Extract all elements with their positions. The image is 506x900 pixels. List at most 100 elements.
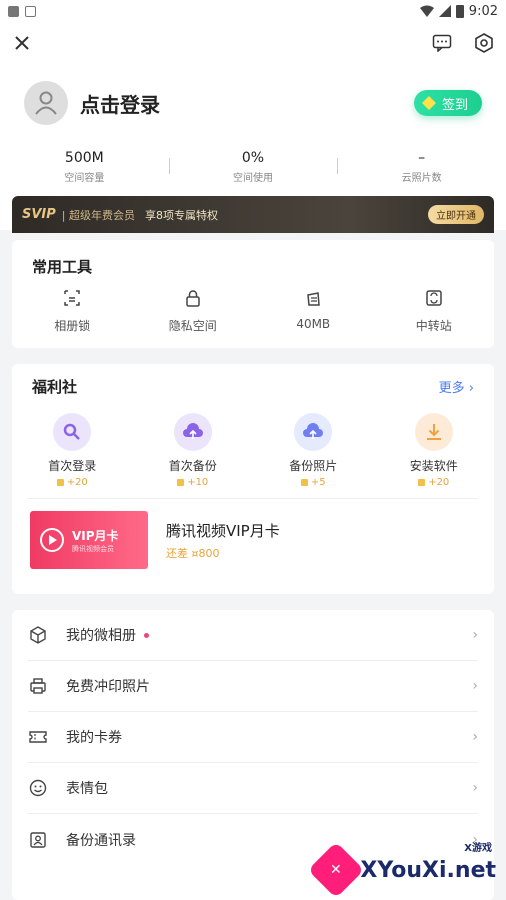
menu-item-label: 备份通讯录 <box>66 832 136 849</box>
contacts-icon <box>28 830 48 850</box>
tools-card: 常用工具 相册锁 隐私空间 40MB 中转站 <box>12 240 494 348</box>
svip-benefit-text: 享8项专属特权 <box>145 208 218 222</box>
welfare-points: +10 <box>187 477 209 488</box>
transfer-icon <box>426 290 442 306</box>
download-icon <box>414 413 453 451</box>
tool-label: 中转站 <box>415 319 452 333</box>
printer-icon <box>28 676 48 696</box>
more-label: 更多 <box>438 381 465 396</box>
coin-icon <box>177 479 185 486</box>
vip-card-subtitle: 腾讯视频会员 <box>72 544 114 553</box>
tool-private-space[interactable]: 隐私空间 <box>133 289 254 334</box>
clean-icon <box>307 292 321 306</box>
stat-value: 500M <box>64 150 104 166</box>
tools-title: 常用工具 <box>32 258 93 276</box>
menu-item-coupons[interactable]: 我的卡券 › <box>28 712 478 763</box>
stat-capacity: 500M 空间容量 <box>0 150 169 192</box>
profile-row: 点击登录 签到 <box>0 64 506 130</box>
gamepad-logo-icon: ✕ <box>308 841 365 899</box>
signin-button[interactable]: 签到 <box>413 90 482 116</box>
vip-reward-title: 腾讯视频VIP月卡 <box>166 521 280 540</box>
chevron-right-icon: › <box>472 627 478 643</box>
diamond-icon <box>421 96 436 110</box>
chevron-right-icon: › <box>472 780 478 796</box>
welfare-card: 福利社 更多 › 首次登录 +20 首次备份 +10 备份照片 +5 安装软件 … <box>12 364 494 594</box>
svip-banner[interactable]: SVIP | 超级年费会员 享8项专属特权 立即开通 <box>12 196 494 233</box>
stat-value: – <box>418 150 426 166</box>
vip-reward-cost: 还差 ¤800 <box>166 546 220 560</box>
app-notification-icon <box>25 5 36 17</box>
close-icon[interactable] <box>12 33 32 53</box>
stats-row: 500M 空间容量 0% 空间使用 – 云照片数 <box>0 150 506 192</box>
tool-label: 相册锁 <box>54 319 91 333</box>
welfare-backup-photos[interactable]: 备份照片 +5 <box>253 413 374 488</box>
battery-icon <box>455 4 464 18</box>
tool-transfer-station[interactable]: 中转站 <box>374 289 495 334</box>
menu-item-label: 我的微相册 <box>66 628 136 644</box>
coin-icon <box>300 479 308 486</box>
chevron-right-icon: › <box>472 678 478 694</box>
chevron-right-icon: › <box>472 729 478 745</box>
stat-label: 空间容量 <box>64 173 105 184</box>
welfare-first-login[interactable]: 首次登录 +20 <box>12 413 133 488</box>
coin-icon <box>56 479 64 486</box>
tool-label: 隐私空间 <box>168 319 217 333</box>
coin-icon <box>418 479 426 486</box>
vip-card-title: VIP月卡 <box>72 528 119 543</box>
wifi-icon <box>419 5 434 17</box>
welfare-points: +5 <box>310 477 326 488</box>
welfare-first-backup[interactable]: 首次备份 +10 <box>133 413 254 488</box>
welfare-label: 安装软件 <box>409 459 458 473</box>
cloud-upload-icon <box>294 413 333 451</box>
stat-value: 0% <box>241 150 265 166</box>
welfare-points: +20 <box>428 477 450 488</box>
stat-label: 空间使用 <box>233 173 273 184</box>
welfare-install-app[interactable]: 安装软件 +20 <box>374 413 495 488</box>
more-link[interactable]: 更多 › <box>439 377 474 396</box>
cube-icon <box>28 625 48 645</box>
welfare-label: 首次登录 <box>48 459 97 473</box>
message-icon[interactable] <box>432 33 452 53</box>
welfare-label: 首次备份 <box>168 459 217 473</box>
menu-item-label: 免费冲印照片 <box>66 679 150 695</box>
svip-subtitle: | 超级年费会员 <box>61 208 135 222</box>
album-lock-icon <box>64 290 80 306</box>
stat-usage: 0% 空间使用 <box>168 150 338 192</box>
login-link[interactable]: 点击登录 <box>80 89 160 118</box>
avatar[interactable] <box>24 81 68 125</box>
svip-open-button[interactable]: 立即开通 <box>428 205 484 224</box>
menu-item-label: 我的卡券 <box>66 730 122 746</box>
new-dot-badge <box>144 632 149 638</box>
ticket-icon <box>28 727 48 747</box>
key-icon <box>53 413 92 451</box>
tool-cleanup[interactable]: 40MB <box>253 289 374 334</box>
settings-icon[interactable] <box>474 33 494 53</box>
stat-label: 云照片数 <box>401 173 442 184</box>
cloud-upload-icon <box>173 413 212 451</box>
play-icon <box>40 528 64 552</box>
menu-item-print-photos[interactable]: 免费冲印照片 › <box>28 661 478 712</box>
lock-icon <box>186 290 200 307</box>
tool-label: 40MB <box>296 317 331 331</box>
welfare-points: +20 <box>66 477 88 488</box>
menu-item-micro-album[interactable]: 我的微相册 › <box>28 610 478 661</box>
watermark-text: XYouXi.net <box>360 857 496 883</box>
welfare-label: 备份照片 <box>289 459 338 473</box>
vip-card-image: VIP月卡 腾讯视频会员 <box>30 511 148 569</box>
toolbar <box>0 22 506 64</box>
stat-photo-count: – 云照片数 <box>337 150 506 192</box>
status-time: 9:02 <box>468 3 498 19</box>
signin-label: 签到 <box>441 97 468 113</box>
signal-icon <box>438 5 451 17</box>
welfare-title: 福利社 <box>32 378 78 396</box>
menu-item-label: 表情包 <box>66 781 108 797</box>
smiley-icon <box>28 778 48 798</box>
chevron-right-icon: › <box>468 381 474 396</box>
status-bar: 9:02 <box>0 0 506 22</box>
svip-logo: SVIP <box>22 207 56 222</box>
tool-album-lock[interactable]: 相册锁 <box>12 289 133 334</box>
watermark: ✕ XYouXi.net <box>308 841 496 899</box>
menu-item-stickers[interactable]: 表情包 › <box>28 763 478 814</box>
vip-reward-row[interactable]: VIP月卡 腾讯视频会员 腾讯视频VIP月卡 还差 ¤800 <box>12 499 494 581</box>
notification-icon <box>8 5 19 17</box>
